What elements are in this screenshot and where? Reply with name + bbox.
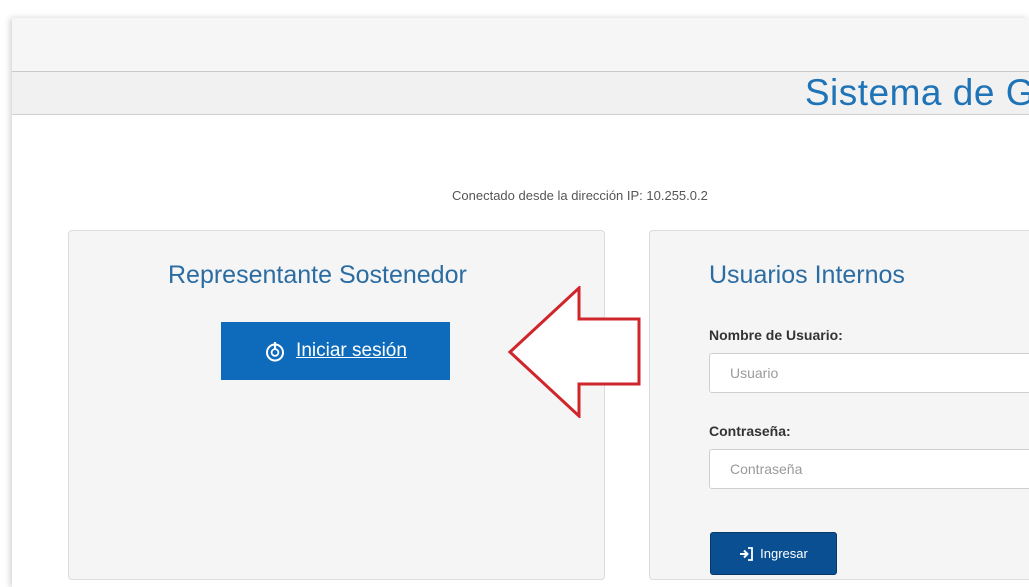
username-input[interactable] — [709, 353, 1029, 393]
login-button-label: Iniciar sesión — [296, 340, 407, 361]
internal-users-panel: Usuarios Internos Nombre de Usuario: Con… — [649, 230, 1029, 580]
arrow-left-icon — [507, 286, 641, 418]
internal-users-panel-title: Usuarios Internos — [709, 261, 905, 289]
connection-info: Conectado desde la dirección IP: 10.255.… — [452, 188, 708, 203]
password-input[interactable] — [709, 449, 1029, 489]
submit-button[interactable]: Ingresar — [710, 532, 837, 575]
username-label: Nombre de Usuario: — [709, 327, 843, 343]
submit-button-label: Ingresar — [760, 546, 808, 561]
page-title: Sistema de G — [804, 72, 1029, 113]
representative-panel-title: Representante Sostenedor — [168, 261, 467, 289]
sign-in-icon — [740, 546, 754, 561]
password-label: Contraseña: — [709, 423, 791, 439]
top-bar — [12, 18, 1029, 72]
login-button[interactable]: Iniciar sesión — [221, 322, 450, 380]
power-icon — [266, 342, 285, 362]
browser-page: Sistema de G Conectado desde la direcció… — [12, 18, 1029, 587]
